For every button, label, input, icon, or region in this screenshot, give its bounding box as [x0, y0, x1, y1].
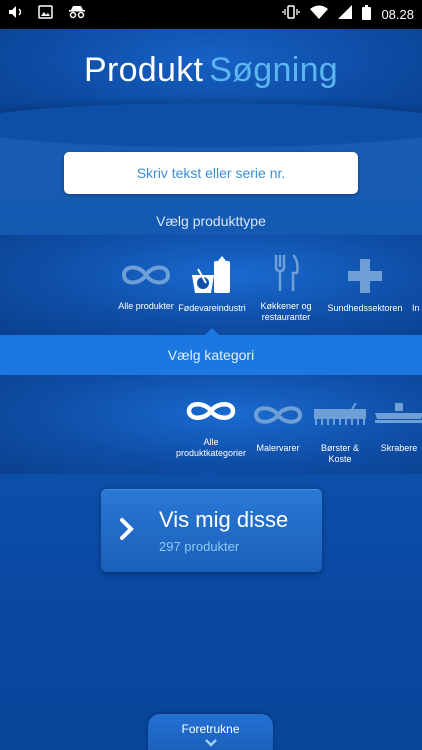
title-word-produkt: Produkt	[83, 51, 204, 89]
vibrate-icon	[282, 5, 301, 24]
header: Produkt Søgning	[0, 29, 422, 147]
product-type-label: Sundhedssektoren	[327, 303, 403, 313]
infinity-icon	[121, 265, 171, 285]
product-type-label: Alle produkter	[118, 301, 174, 311]
image-icon	[38, 5, 53, 24]
product-type-heading: Vælg produkttype	[156, 213, 266, 229]
favorites-tab[interactable]: Foretrukne	[148, 714, 273, 750]
title-word-sogning: Søgning	[209, 51, 339, 89]
product-type-label: Køkkener og restauranter	[260, 301, 312, 322]
result-count: 297 produkter	[159, 539, 240, 554]
product-type-partial[interactable]: In	[412, 303, 422, 314]
product-type-food-industry[interactable]: Fødevareindustri	[176, 255, 248, 314]
search-placeholder: Skriv tekst eller serie nr.	[136, 165, 286, 181]
category-selection-pointer	[203, 467, 217, 474]
category-label: Skrabere	[380, 443, 418, 453]
product-type-health[interactable]: Sundhedssektoren	[325, 259, 405, 314]
battery-icon	[362, 4, 372, 25]
brush-icon	[314, 403, 366, 425]
product-type-label: In	[412, 303, 420, 313]
fork-knife-icon	[274, 254, 299, 291]
category-brushes[interactable]: Børster & Koste	[310, 403, 370, 465]
category-heading: Vælg kategori	[167, 347, 255, 363]
chevron-right-icon	[120, 518, 134, 540]
page-title: Produkt Søgning	[0, 51, 422, 90]
wifi-icon	[310, 5, 329, 24]
category-label: Alle produktkategorier	[175, 437, 247, 458]
category-label: Børster & Koste	[320, 443, 359, 464]
clock: 08.28	[381, 7, 414, 22]
cta-title: Vis mig disse	[159, 507, 289, 532]
infinity-icon	[186, 402, 236, 420]
volume-icon	[8, 5, 24, 24]
signal-icon	[338, 5, 353, 24]
product-type-kitchens[interactable]: Køkkener og restauranter	[254, 253, 318, 323]
favorites-label: Foretrukne	[181, 722, 240, 736]
category-all[interactable]: Alle produktkategorier	[174, 395, 248, 459]
app-screen: Produkt Søgning Skriv tekst eller serie n…	[0, 29, 422, 750]
medical-cross-icon	[348, 259, 382, 293]
chevron-down-icon	[204, 739, 217, 747]
status-bar: 08.28	[0, 0, 422, 29]
squeegee-icon	[375, 403, 422, 423]
infinity-icon	[253, 406, 303, 424]
product-type-label: Fødevareindustri	[178, 303, 246, 313]
food-industry-icon	[192, 256, 230, 293]
show-results-button[interactable]: Vis mig disse 297 produkter	[101, 489, 322, 572]
product-type-all[interactable]: Alle produkter	[112, 257, 180, 312]
product-type-carousel[interactable]: Alle produkter Fødevareindustri Køkkener…	[0, 235, 422, 335]
selection-pointer	[205, 328, 219, 335]
search-input[interactable]: Skriv tekst eller serie nr.	[64, 152, 358, 194]
category-label: Malervarer	[256, 443, 300, 453]
category-squeegees[interactable]: Skrabere	[372, 403, 422, 454]
incognito-icon	[67, 5, 87, 24]
category-carousel[interactable]: Alle produktkategorier Malervarer Børste…	[0, 375, 422, 474]
category-paint[interactable]: Malervarer	[248, 399, 308, 454]
